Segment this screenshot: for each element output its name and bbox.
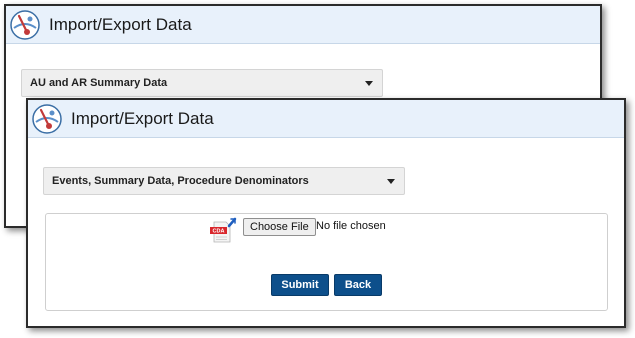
panel-header: Import/Export Data xyxy=(6,6,600,44)
nhsn-logo-icon xyxy=(10,9,40,40)
data-type-select[interactable]: Events, Summary Data, Procedure Denomina… xyxy=(43,167,405,195)
panel-header: Import/Export Data xyxy=(28,100,624,138)
data-type-select[interactable]: AU and AR Summary Data xyxy=(21,69,383,97)
caret-down-icon xyxy=(365,81,373,86)
select-value: Events, Summary Data, Procedure Denomina… xyxy=(52,175,309,187)
cda-icon-label: CDA xyxy=(213,229,225,235)
caret-down-icon xyxy=(387,179,395,184)
back-button[interactable]: Back xyxy=(334,274,382,296)
panel-title: Import/Export Data xyxy=(71,108,214,128)
file-status-text: No file chosen xyxy=(316,220,386,232)
choose-file-button[interactable]: Choose File xyxy=(243,218,316,236)
select-value: AU and AR Summary Data xyxy=(30,77,168,89)
cda-file-icon: CDA xyxy=(210,217,240,243)
panel-title: Import/Export Data xyxy=(49,14,192,34)
file-upload-box: CDA Choose File No file chosen Submit Ba… xyxy=(45,213,608,311)
nhsn-logo-icon xyxy=(32,103,62,134)
submit-button[interactable]: Submit xyxy=(271,274,329,296)
import-export-panel-front: Import/Export Data Events, Summary Data,… xyxy=(26,98,626,328)
